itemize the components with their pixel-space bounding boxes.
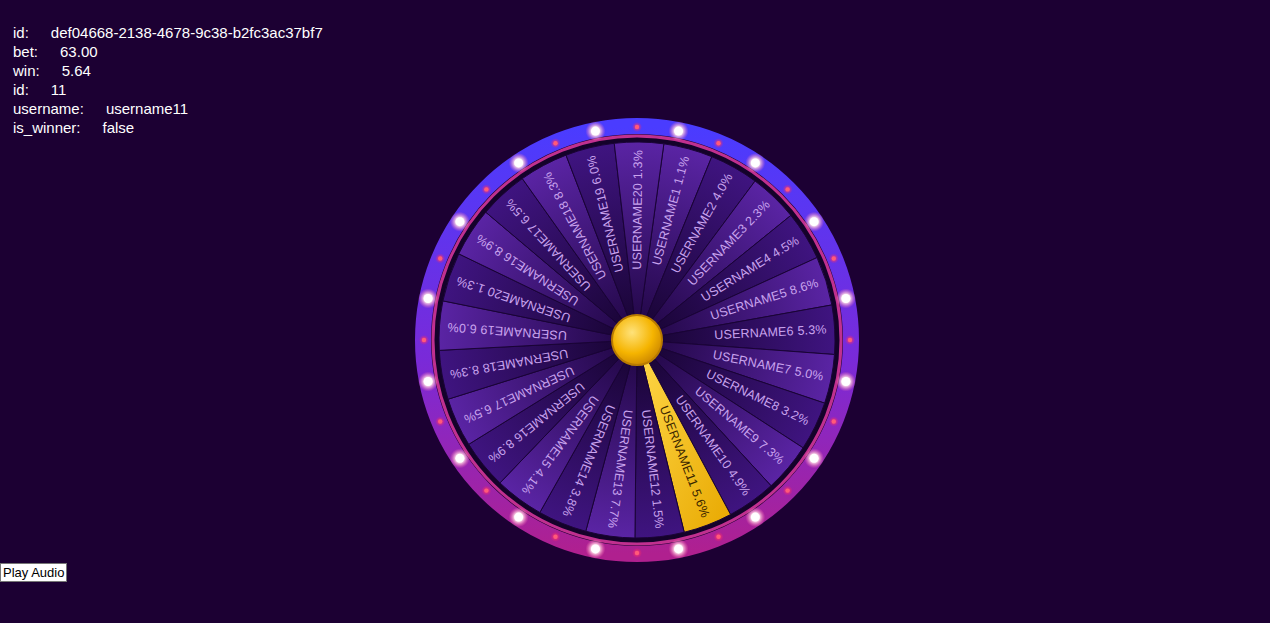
- info-key: username:: [13, 99, 84, 118]
- rim-dot-icon: [845, 335, 855, 345]
- rim-dot-icon: [632, 122, 642, 132]
- segment-label: USERNAME8 3.2%: [704, 367, 811, 429]
- rim-bulb-icon: [450, 212, 470, 232]
- rim-dot-icon: [714, 138, 724, 148]
- info-value: username11: [106, 99, 188, 118]
- wheel-hub-icon: [612, 315, 662, 365]
- rim-bulb-icon: [585, 121, 605, 141]
- wheel-rim: [423, 126, 851, 554]
- rim-bulb-icon: [669, 539, 689, 559]
- info-key: is_winner:: [13, 118, 81, 137]
- segment-label: USERNAME11 5.6%: [657, 404, 713, 520]
- rim-bulb-icon: [745, 153, 765, 173]
- segment-label: USERNAME12 1.5%: [639, 409, 667, 530]
- segment-label: USERNAME18 8.3%: [449, 346, 569, 381]
- rim-bulb-icon: [836, 372, 856, 392]
- rim-dot-icon: [481, 486, 491, 496]
- info-row: is_winner: false: [13, 118, 323, 137]
- rim-bulb-icon: [745, 507, 765, 527]
- info-value: false: [103, 118, 135, 137]
- rim-dot-icon: [783, 184, 793, 194]
- rim-bulb-icon: [450, 448, 470, 468]
- info-row: id: def04668-2138-4678-9c38-b2fc3ac37bf7: [13, 23, 323, 42]
- segment-label: USERNAME5 8.6%: [709, 276, 821, 323]
- segment-label: USERNAME19 6.0%: [447, 320, 567, 343]
- info-key: bet:: [13, 42, 38, 61]
- rim-bulb-icon: [509, 153, 529, 173]
- rim-dot-icon: [550, 138, 560, 148]
- rim-bulb-icon: [669, 121, 689, 141]
- play-audio-button[interactable]: Play Audio: [0, 563, 67, 582]
- info-value: 5.64: [62, 61, 91, 80]
- prize-wheel: USERNAME1 1.1%USERNAME2 4.0%USERNAME3 2.…: [412, 115, 862, 565]
- segment-label: USERNAME19 6.0%: [584, 154, 626, 274]
- rim-dot-icon: [829, 417, 839, 427]
- segment-label: USERNAME14 3.8%: [559, 403, 617, 519]
- rim-dot-icon: [481, 184, 491, 194]
- rim-bulb-icon: [418, 372, 438, 392]
- segment-label: USERNAME6 5.3%: [714, 322, 827, 342]
- info-value: 11: [51, 80, 67, 99]
- rim-dot-icon: [714, 532, 724, 542]
- rim-bulb-icon: [418, 288, 438, 308]
- info-key: id:: [13, 80, 29, 99]
- game-screen: id:def04668-2138-4678-9c38-b2fc3ac37bf7b…: [0, 0, 1270, 623]
- wheel-face: [433, 136, 841, 544]
- rim-dot-icon: [783, 486, 793, 496]
- segment-label: USERNAME20 1.3%: [630, 150, 645, 270]
- info-row: bet: 63.00: [13, 42, 323, 61]
- rim-dot-icon: [632, 548, 642, 558]
- info-value: def04668-2138-4678-9c38-b2fc3ac37bf7: [51, 23, 323, 42]
- info-row: win: 5.64: [13, 61, 323, 80]
- rim-bulb-icon: [804, 448, 824, 468]
- rim-bulb-icon: [509, 507, 529, 527]
- round-info: id:def04668-2138-4678-9c38-b2fc3ac37bf7b…: [13, 23, 323, 137]
- rim-bulb-icon: [585, 539, 605, 559]
- info-row: id: 11: [13, 80, 323, 99]
- rim-dot-icon: [550, 532, 560, 542]
- rim-bulb-icon: [804, 212, 824, 232]
- info-row: username: username11: [13, 99, 323, 118]
- rim-dot-icon: [829, 253, 839, 263]
- rim-dot-icon: [435, 417, 445, 427]
- rim-dot-icon: [435, 253, 445, 263]
- rim-bulb-icon: [836, 288, 856, 308]
- info-key: win:: [13, 61, 40, 80]
- info-key: id:: [13, 23, 29, 42]
- info-value: 63.00: [60, 42, 98, 61]
- rim-dot-icon: [419, 335, 429, 345]
